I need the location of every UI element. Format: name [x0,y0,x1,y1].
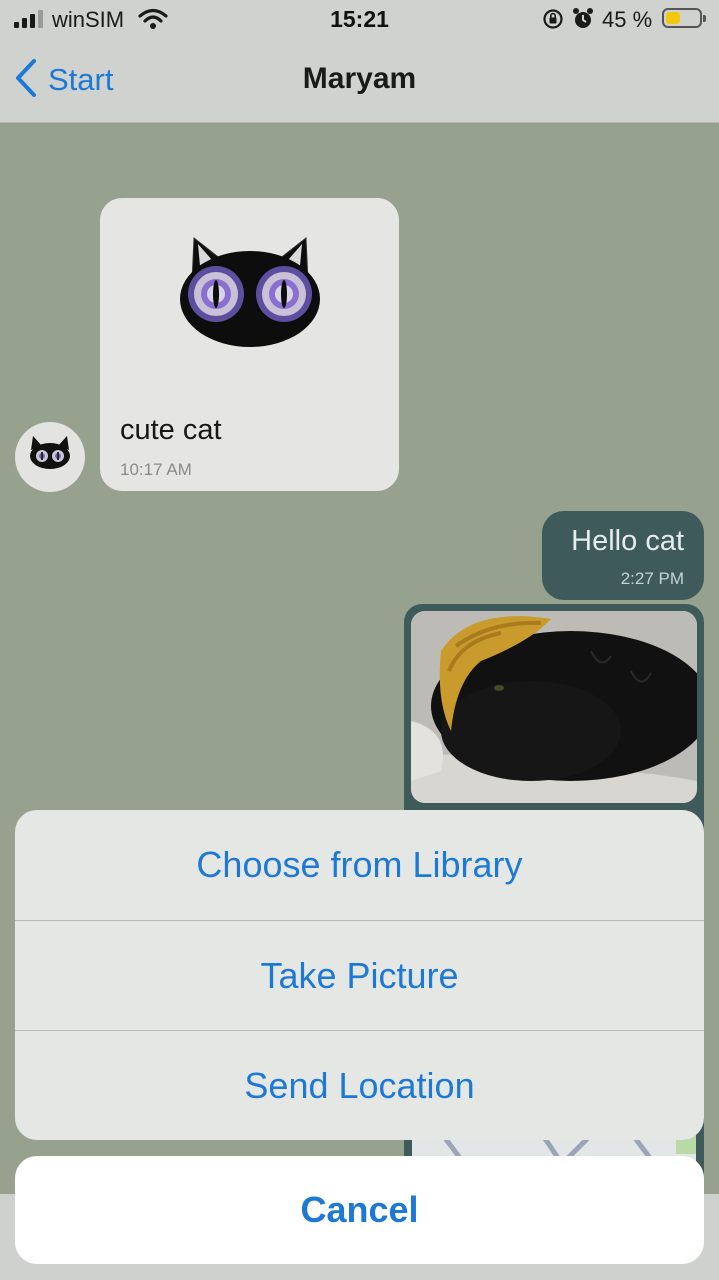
top-bar: winSIM 15:21 45 % Start Maryam [0,0,719,123]
cancel-button[interactable]: Cancel [15,1156,704,1264]
outgoing-message[interactable]: Hello cat 2:27 PM [542,511,704,600]
chat-title: Maryam [302,62,417,95]
battery-fill [666,12,680,24]
battery-icon [662,8,706,28]
message-time: 2:27 PM [620,569,684,588]
battery-percent: 45 % [602,7,653,32]
message-time: 10:17 AM [120,460,192,479]
send-location-button[interactable]: Send Location [15,1030,704,1140]
rotation-lock-icon [542,8,564,35]
incoming-message[interactable]: cute cat 10:17 AM [100,198,399,491]
message-text: cute cat [120,414,222,446]
avatar[interactable] [15,422,85,492]
status-bar: winSIM 15:21 45 % [0,0,719,40]
black-cat-sticker [170,232,330,357]
cat-avatar-icon [30,436,70,469]
action-sheet: Choose from Library Take Picture Send Lo… [15,810,704,1140]
take-picture-button[interactable]: Take Picture [15,920,704,1031]
choose-from-library-button[interactable]: Choose from Library [15,810,704,920]
cat-photo[interactable] [411,611,697,803]
alarm-icon [572,7,594,36]
message-text: Hello cat [571,525,684,557]
